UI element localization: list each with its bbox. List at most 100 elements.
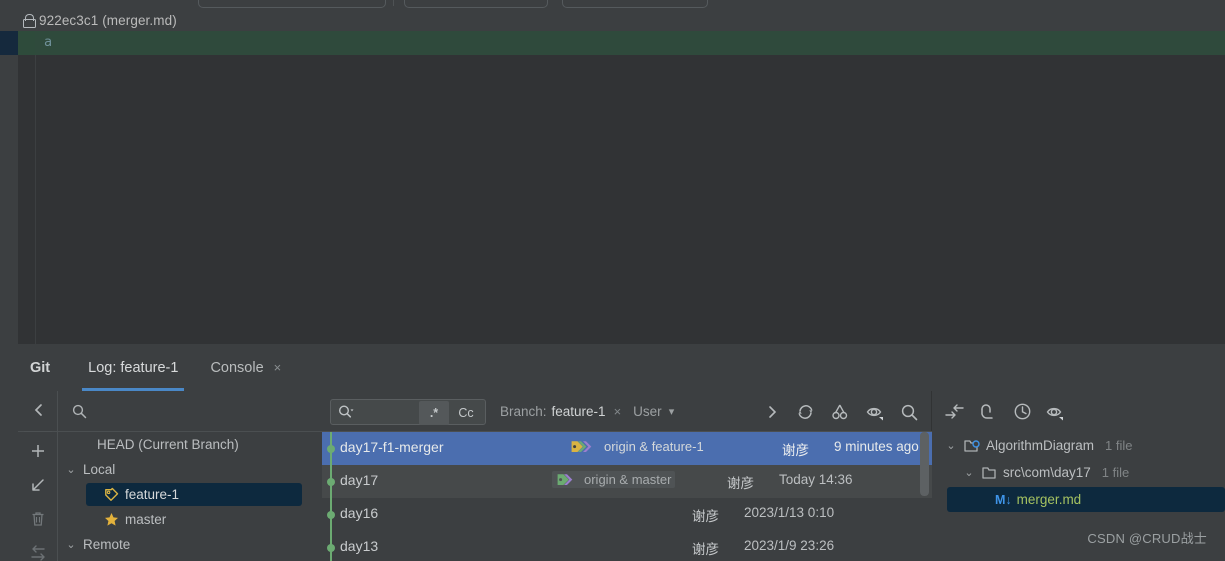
file-tree-file-name: merger.md xyxy=(1016,492,1082,507)
rail-separator xyxy=(24,431,52,432)
branch-label-remote: Remote xyxy=(83,537,131,552)
tab-log[interactable]: Log: feature-1 xyxy=(72,344,194,391)
branch-tag-icon xyxy=(571,440,592,452)
branch-filter-value: feature-1 xyxy=(551,404,606,419)
regex-toggle[interactable]: .* xyxy=(419,400,449,425)
checkout-branch-button[interactable] xyxy=(18,468,58,502)
star-icon xyxy=(105,513,118,526)
branch-row-master[interactable]: master xyxy=(58,507,322,532)
plus-icon xyxy=(32,445,44,457)
ide-window: 922ec3c1 (merger.md) a Git Log: feature-… xyxy=(0,0,1225,561)
toolbar-group-1[interactable] xyxy=(198,0,386,8)
file-tree-module-name: AlgorithmDiagram xyxy=(986,438,1095,453)
trash-icon xyxy=(32,512,44,526)
toolbar-group-3[interactable] xyxy=(562,0,708,8)
table-row[interactable]: day17 origin & master 谢彦 Today 14:36 xyxy=(322,465,932,498)
diff-editor-body[interactable]: a xyxy=(0,31,1225,344)
commit-dot xyxy=(327,544,335,552)
file-tree-folder-name: src\com\day17 xyxy=(1003,465,1091,480)
collapse-all-icon[interactable] xyxy=(945,403,965,421)
commit-author: 谢彦 xyxy=(727,476,754,491)
add-branch-button[interactable] xyxy=(18,434,58,468)
main-toolbar-strip xyxy=(0,0,1225,9)
commit-dot xyxy=(327,511,335,519)
editor-gutter-divider xyxy=(35,55,36,344)
tag-icon xyxy=(105,487,119,501)
file-tree-module-count: 1 file xyxy=(1105,438,1133,453)
intellisort-icon[interactable] xyxy=(829,403,851,421)
chevron-down-icon-user[interactable]: ▾ xyxy=(669,405,675,418)
chevron-down-icon-folder[interactable]: ⌄ xyxy=(961,466,977,479)
revert-icon[interactable] xyxy=(979,403,999,421)
editor-left-marker xyxy=(0,31,18,55)
commit-refs: origin & feature-1 xyxy=(566,438,708,455)
table-row[interactable]: day13 谢彦 2023/1/9 23:26 xyxy=(322,531,932,561)
editor-left-gutter-rest xyxy=(0,55,18,344)
search-icon xyxy=(72,404,87,419)
log-search-box[interactable]: .* Cc xyxy=(330,398,486,425)
preview-diff-eye-icon[interactable] xyxy=(1046,403,1067,421)
commit-author: 谢彦 xyxy=(782,443,809,458)
chevron-left-icon xyxy=(34,404,42,416)
branch-row-local[interactable]: ⌄ Local xyxy=(58,457,322,482)
chevron-down-icon-remote[interactable]: ⌄ xyxy=(64,538,78,551)
user-filter[interactable]: User ▾ xyxy=(633,404,674,419)
commit-list-scrollbar[interactable] xyxy=(920,432,929,496)
commit-author: 谢彦 xyxy=(692,509,719,524)
branch-label-head: HEAD (Current Branch) xyxy=(97,437,239,452)
git-tool-window: Git Log: feature-1 Console × HEAD (Curre… xyxy=(0,344,1225,561)
branches-side-rail xyxy=(18,391,58,561)
markdown-icon: M↓ xyxy=(995,492,1012,507)
commit-dot xyxy=(327,478,335,486)
file-tree-row-folder[interactable]: ⌄ src\com\day17 1 file xyxy=(933,459,1225,486)
tab-git[interactable]: Git xyxy=(18,344,72,391)
toolwindow-tabs: Git Log: feature-1 Console × xyxy=(0,344,1225,391)
branch-tree[interactable]: HEAD (Current Branch) ⌄ Local feature-1 xyxy=(58,432,322,561)
commit-subject: day16 xyxy=(340,505,379,521)
branch-label-master: master xyxy=(125,512,167,527)
refresh-icon[interactable] xyxy=(794,403,816,421)
branch-filter-search[interactable] xyxy=(58,391,322,432)
delete-branch-button[interactable] xyxy=(18,502,58,536)
close-icon[interactable]: × xyxy=(274,361,282,374)
search-dropdown-icon[interactable] xyxy=(338,404,355,425)
branch-row-feature-1[interactable]: feature-1 xyxy=(58,482,322,507)
branch-row-remote[interactable]: ⌄ Remote xyxy=(58,532,322,557)
toolbar-group-2[interactable] xyxy=(404,0,548,8)
branch-row-head[interactable]: HEAD (Current Branch) xyxy=(58,432,322,457)
table-row[interactable]: day16 谢彦 2023/1/13 0:10 xyxy=(322,498,932,531)
tab-console[interactable]: Console × xyxy=(194,344,297,391)
chevron-down-icon[interactable]: ⌄ xyxy=(64,463,78,476)
commit-refs-text: origin & feature-1 xyxy=(604,439,704,454)
branch-filter[interactable]: Branch: feature-1 × xyxy=(500,404,621,419)
clear-branch-filter-icon[interactable]: × xyxy=(614,404,622,419)
chevron-down-icon-module[interactable]: ⌄ xyxy=(943,439,959,452)
tab-log-label: Log: feature-1 xyxy=(88,359,179,376)
commit-subject: day13 xyxy=(340,538,379,554)
expand-filters-icon[interactable] xyxy=(762,405,782,419)
commit-subject: day17-f1-merger xyxy=(340,439,444,455)
search-log-icon[interactable] xyxy=(898,403,920,421)
tab-git-label: Git xyxy=(30,359,51,376)
branch-tag-icon xyxy=(557,473,573,485)
collapse-panel-button[interactable] xyxy=(18,393,58,427)
commit-list[interactable]: day17-f1-merger origin & feature-1 谢彦 9 … xyxy=(322,432,932,561)
tab-console-label: Console xyxy=(210,359,264,376)
commit-date: 2023/1/13 0:10 xyxy=(744,505,835,520)
diff-added-line[interactable]: a xyxy=(18,31,1225,55)
table-row[interactable]: day17-f1-merger origin & feature-1 谢彦 9 … xyxy=(322,432,932,465)
commit-dot xyxy=(327,445,335,453)
file-tree-row-module[interactable]: ⌄ AlgorithmDiagram 1 file xyxy=(933,432,1225,459)
rebase-button[interactable] xyxy=(18,536,58,561)
changes-toolbar xyxy=(933,391,1225,432)
commit-date: 9 minutes ago xyxy=(834,439,919,454)
file-tree-row-file[interactable]: M↓ merger.md xyxy=(933,486,1225,513)
match-case-toggle[interactable]: Cc xyxy=(450,401,482,425)
show-history-icon[interactable] xyxy=(1013,402,1032,421)
file-tree-folder-count: 1 file xyxy=(1101,465,1130,480)
branch-label-feature-1: feature-1 xyxy=(125,487,180,502)
editor-gutter xyxy=(18,31,35,344)
branch-search-input[interactable] xyxy=(95,404,275,419)
commit-date: Today 14:36 xyxy=(779,472,853,487)
show-details-eye-icon[interactable] xyxy=(864,403,888,421)
